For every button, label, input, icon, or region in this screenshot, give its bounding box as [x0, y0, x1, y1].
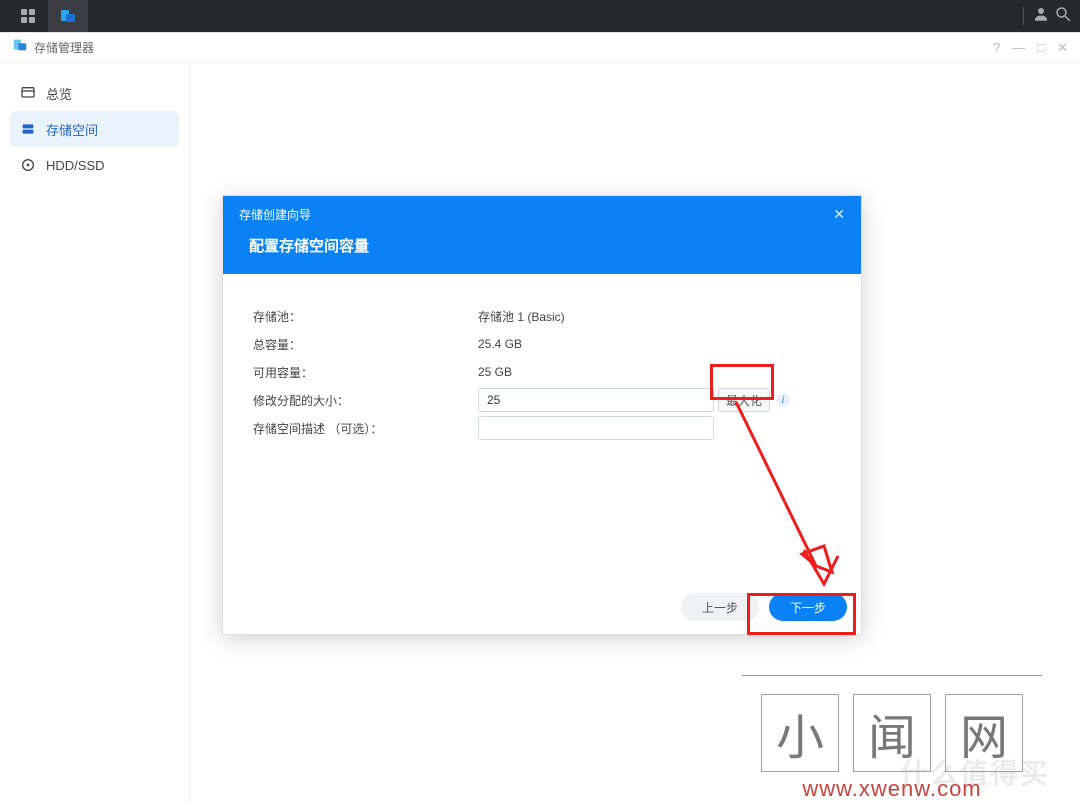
dialog-title: 存储创建向导 [239, 206, 311, 223]
maximize-icon[interactable]: □ [1037, 40, 1045, 55]
help-icon[interactable]: ? [993, 40, 1000, 55]
available-capacity-label: 可用容量： [253, 364, 478, 381]
dialog-close-icon[interactable]: ✕ [833, 206, 845, 223]
pool-value: 存储池 1 (Basic) [478, 308, 831, 325]
maximize-button[interactable]: 最大化 [718, 388, 770, 412]
dialog-subtitle: 配置存储空间容量 [223, 229, 861, 274]
apps-grid-icon[interactable] [8, 0, 48, 32]
system-top-bar [0, 0, 1080, 32]
previous-button[interactable]: 上一步 [681, 593, 759, 621]
description-label: 存储空间描述 （可选）： [253, 420, 478, 437]
app-title: 存储管理器 [34, 39, 94, 56]
watermark-faint: 什么值得买 [900, 752, 1050, 792]
sidebar-item-storage[interactable]: 存储空间 [10, 111, 179, 147]
description-input[interactable] [478, 416, 714, 440]
sidebar-item-hdd-ssd[interactable]: HDD/SSD [10, 147, 179, 183]
sidebar-item-label: 总览 [46, 84, 72, 103]
modify-size-label: 修改分配的大小： [253, 392, 478, 409]
sidebar-item-label: HDD/SSD [46, 158, 105, 173]
minimize-icon[interactable]: — [1012, 40, 1025, 55]
pool-label: 存储池： [253, 308, 478, 325]
search-icon[interactable] [1054, 5, 1072, 28]
next-button[interactable]: 下一步 [769, 593, 847, 621]
total-capacity-value: 25.4 GB [478, 337, 831, 351]
sidebar-item-label: 存储空间 [46, 120, 98, 139]
close-icon[interactable]: ✕ [1057, 40, 1068, 56]
app-icon [12, 37, 28, 58]
info-icon[interactable]: i [776, 393, 790, 407]
available-capacity-value: 25 GB [478, 365, 831, 379]
sidebar: 总览 存储空间 HDD/SSD [0, 63, 190, 802]
sidebar-item-overview[interactable]: 总览 [10, 75, 179, 111]
user-icon[interactable] [1032, 5, 1050, 28]
storage-creation-wizard-dialog: 存储创建向导 ✕ 配置存储空间容量 存储池： 存储池 1 (Basic) 总容量… [222, 195, 862, 635]
app-titlebar: 存储管理器 ? — □ ✕ [0, 33, 1080, 63]
total-capacity-label: 总容量： [253, 336, 478, 353]
allocated-size-input[interactable] [478, 388, 714, 412]
storage-manager-taskbar-icon[interactable] [48, 0, 88, 32]
